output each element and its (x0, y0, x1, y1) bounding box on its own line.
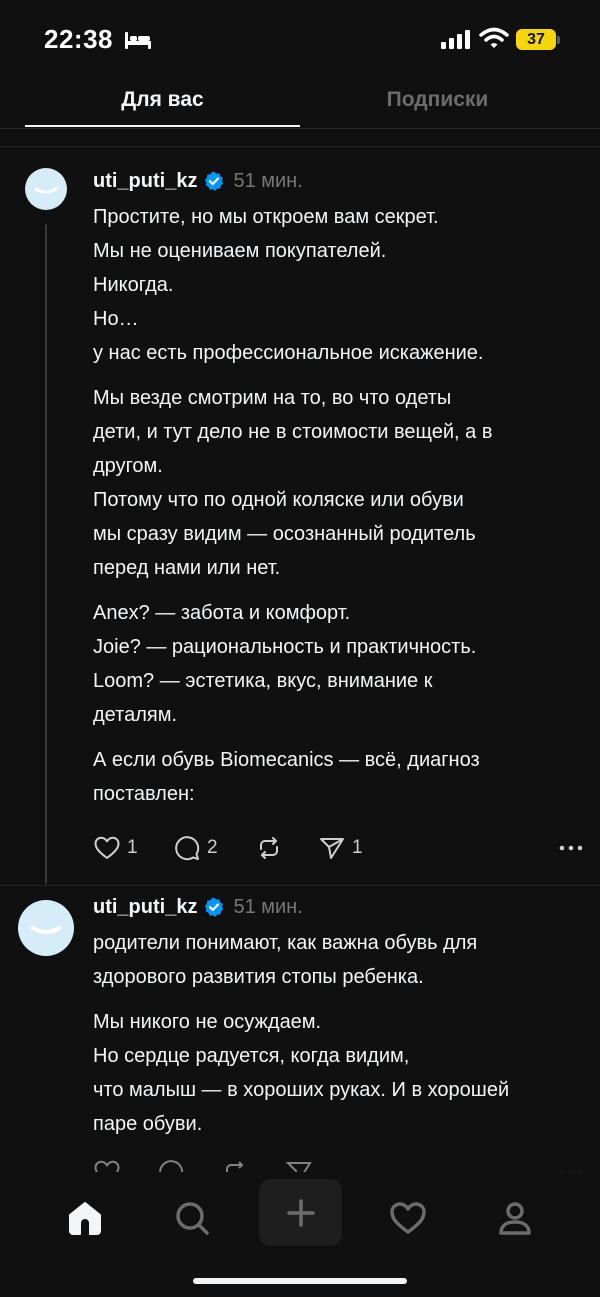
repost-icon[interactable] (221, 1158, 249, 1172)
text-line: деталям. (93, 704, 177, 726)
nav-home[interactable] (57, 1190, 113, 1246)
repost-icon (260, 837, 278, 859)
send-icon (320, 838, 344, 859)
post-actions-partial (93, 1152, 583, 1172)
text-line: здорового развития стопы ребенка. (93, 966, 424, 988)
wifi-icon (479, 27, 509, 48)
like-button[interactable]: 1 (93, 834, 138, 862)
text-line: Но… (93, 308, 139, 330)
home-icon (69, 1202, 101, 1235)
post-timestamp: 51 мин. (233, 169, 303, 192)
paragraph: родители понимают, как важна обувь для з… (93, 926, 588, 994)
avatar-smile-icon (30, 926, 62, 934)
more-options-icon[interactable] (559, 838, 583, 858)
tab-following[interactable]: Подписки (300, 88, 575, 112)
status-bar: 22:38 37 (0, 0, 600, 80)
text-line: Мы никого не осуждаем. (93, 1011, 322, 1033)
bottom-nav (0, 1172, 600, 1297)
post-header: uti_puti_kz 51 мин. (93, 892, 303, 922)
nav-profile[interactable] (487, 1190, 543, 1246)
heart-icon[interactable] (93, 1158, 121, 1172)
active-tab-underline (25, 125, 300, 127)
home-indicator (193, 1278, 407, 1284)
text-line: А если обувь Biomecanics — всё, диагноз (93, 749, 480, 771)
paragraph: Мы везде смотрим на то, во что одеты дет… (93, 381, 588, 585)
post-body: Простите, но мы откроем вам секрет. Мы н… (93, 200, 588, 822)
like-count: 1 (127, 837, 138, 858)
text-line: Мы не оцениваем покупателей. (93, 240, 387, 262)
battery-tip (557, 36, 560, 44)
heart-icon (94, 836, 120, 859)
reply-count: 2 (207, 837, 218, 858)
text-line: другом. (93, 455, 163, 477)
comment-icon (175, 836, 200, 861)
tab-for-you[interactable]: Для вас (25, 88, 300, 112)
text-line: Никогда. (93, 274, 174, 296)
text-line: у нас есть профессиональное искажение. (93, 342, 484, 364)
avatar[interactable] (18, 900, 74, 956)
text-line: что малыш — в хороших руках. И в хорошей (93, 1079, 510, 1101)
text-line: перед нами или нет. (93, 557, 281, 579)
paragraph: Простите, но мы откроем вам секрет. Мы н… (93, 200, 588, 370)
status-time: 22:38 (44, 24, 113, 54)
paragraph: Anex? — забота и комфорт. Joie? — рацион… (93, 596, 588, 732)
cellular-signal-icon (441, 30, 470, 49)
feed-divider (0, 146, 600, 147)
repost-button[interactable] (255, 834, 283, 862)
comment-icon[interactable] (157, 1158, 185, 1172)
verified-badge-icon (205, 897, 224, 917)
post-timestamp: 51 мин. (233, 895, 303, 918)
person-icon (499, 1202, 531, 1235)
text-line: Anex? — забота и комфорт. (93, 602, 351, 624)
post-body: родители понимают, как важна обувь для з… (93, 926, 588, 1152)
battery-indicator: 37 (516, 29, 556, 50)
text-line: мы сразу видим — осознанный родитель (93, 523, 476, 545)
nav-compose[interactable] (259, 1179, 342, 1246)
text-line: родители понимают, как важна обувь для (93, 932, 478, 954)
send-icon[interactable] (285, 1158, 313, 1172)
sleep-focus-icon (125, 32, 151, 49)
more-options-icon[interactable] (559, 1164, 583, 1172)
text-line: Joie? — рациональность и практичность. (93, 636, 477, 658)
paragraph: Мы никого не осуждаем. Но сердце радуетс… (93, 1005, 588, 1141)
post-header: uti_puti_kz 51 мин. (93, 166, 303, 196)
avatar[interactable] (25, 168, 67, 210)
text-line: поставлен: (93, 783, 195, 805)
thread-line (45, 224, 47, 884)
reply-button[interactable]: 2 (173, 834, 218, 862)
heart-icon (390, 1202, 426, 1234)
text-line: паре обуви. (93, 1113, 203, 1135)
username[interactable]: uti_puti_kz (93, 896, 197, 919)
text-line: Потому что по одной коляске или обуви (93, 489, 464, 511)
search-icon (176, 1202, 209, 1235)
nav-activity[interactable] (380, 1190, 436, 1246)
text-line: дети, и тут дело не в стоимости вещей, а… (93, 421, 493, 443)
verified-badge-icon (205, 171, 224, 191)
share-button[interactable]: 1 (318, 834, 363, 862)
text-line: Loom? — эстетика, вкус, внимание к (93, 670, 433, 692)
nav-search[interactable] (164, 1190, 220, 1246)
avatar-smile-icon (34, 187, 58, 194)
text-line: Простите, но мы откроем вам секрет. (93, 206, 439, 228)
share-count: 1 (352, 837, 363, 858)
post-actions: 1 2 1 (93, 834, 583, 864)
text-line: Мы везде смотрим на то, во что одеты (93, 387, 452, 409)
tab-divider (0, 128, 600, 129)
text-line: Но сердце радуется, когда видим, (93, 1045, 410, 1067)
plus-icon (286, 1198, 315, 1227)
post-separator (0, 885, 600, 886)
paragraph: А если обувь Biomecanics — всё, диагноз … (93, 743, 588, 811)
feed-tabs: Для вас Подписки (0, 80, 600, 128)
username[interactable]: uti_puti_kz (93, 170, 197, 193)
